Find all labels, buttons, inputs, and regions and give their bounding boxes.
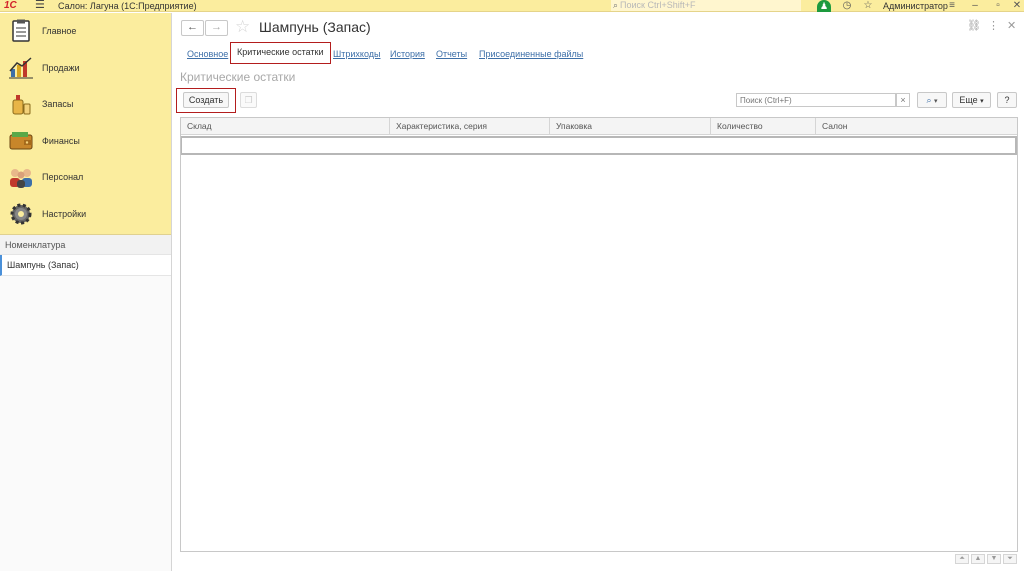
title-bar: 1С ☰ Салон: Лагуна (1С:Предприятие) ⌕ Пои…: [0, 0, 1024, 12]
column-header-quantity[interactable]: Количество: [711, 118, 816, 135]
nav-header[interactable]: Номенклатура: [0, 235, 171, 255]
sidebar: Главное Продажи Запасы Финансы Персонал: [0, 13, 172, 571]
sales-chart-icon: [8, 56, 34, 80]
global-search-placeholder: Поиск Ctrl+Shift+F: [620, 0, 696, 10]
section-settings[interactable]: Настройки: [0, 196, 171, 233]
scroll-bottom-icon[interactable]: ⏷: [1003, 554, 1017, 564]
search-input[interactable]: [736, 93, 896, 107]
section-label: Главное: [42, 26, 77, 37]
stock-icon: [8, 92, 34, 116]
section-label: Персонал: [42, 172, 84, 183]
favorites-icon[interactable]: ☆: [862, 0, 874, 12]
scroll-top-icon[interactable]: ⏶: [955, 554, 969, 564]
copy-icon[interactable]: ❐: [240, 92, 257, 108]
sections-panel: Главное Продажи Запасы Финансы Персонал: [0, 13, 171, 235]
section-label: Запасы: [42, 99, 74, 110]
section-label: Финансы: [42, 135, 80, 146]
app-logo: 1С: [4, 0, 17, 11]
more-button[interactable]: Еще ▾: [952, 92, 991, 108]
gear-icon: [8, 202, 34, 226]
tab-reports[interactable]: Отчеты: [436, 46, 467, 62]
section-stock[interactable]: Запасы: [0, 86, 171, 123]
main-menu-icon[interactable]: ☰: [35, 0, 45, 11]
tab-barcodes[interactable]: Штрихкоды: [333, 46, 380, 62]
critical-stock-table[interactable]: Склад Характеристика, серия Упаковка Кол…: [180, 117, 1018, 552]
tab-attached-files[interactable]: Присоединенные файлы: [479, 46, 583, 62]
section-finance[interactable]: Финансы: [0, 123, 171, 160]
create-highlight: Создать: [176, 88, 236, 113]
table-header: Склад Характеристика, серия Упаковка Кол…: [181, 118, 1017, 135]
scroll-down-icon[interactable]: ▼: [987, 554, 1001, 564]
column-header-warehouse[interactable]: Склад: [181, 118, 390, 135]
link-icon[interactable]: ⛓: [967, 19, 981, 32]
table-row[interactable]: [181, 136, 1017, 155]
tab-critical-stock[interactable]: Критические остатки: [230, 42, 331, 64]
section-label: Продажи: [42, 62, 80, 73]
history-icon[interactable]: ◷: [841, 0, 853, 12]
search-button[interactable]: ⌕ ▾: [917, 92, 947, 108]
table-scroll-controls: ⏶ ▲ ▼ ⏷: [955, 554, 1017, 566]
clear-search-icon[interactable]: ×: [896, 93, 910, 107]
search-icon: ⌕: [613, 0, 619, 10]
nav-panel-empty: [0, 276, 171, 571]
column-header-package[interactable]: Упаковка: [550, 118, 711, 135]
more-label: Еще: [959, 95, 978, 105]
nav-item-current[interactable]: Шампунь (Запас): [0, 255, 171, 276]
column-header-characteristic[interactable]: Характеристика, серия: [390, 118, 550, 135]
chevron-down-icon: ▾: [934, 98, 938, 105]
current-user[interactable]: Администратор: [883, 0, 948, 12]
tab-history[interactable]: История: [390, 46, 425, 62]
chevron-down-icon: ▾: [980, 98, 984, 105]
more-actions-icon[interactable]: ⋮: [988, 19, 999, 32]
create-button[interactable]: Создать: [183, 92, 229, 108]
section-main[interactable]: Главное: [0, 13, 171, 50]
notifications-icon[interactable]: ♟: [817, 0, 831, 12]
form-title: Шампунь (Запас): [259, 19, 371, 35]
form-tabs: Основное Критические остатки Штрихкоды И…: [173, 42, 1024, 64]
tab-main[interactable]: Основное: [187, 46, 228, 62]
people-icon: [8, 165, 34, 189]
search-icon: ⌕: [926, 95, 932, 105]
close-icon[interactable]: ✕: [1011, 0, 1023, 12]
scroll-up-icon[interactable]: ▲: [971, 554, 985, 564]
settings-menu-icon[interactable]: ≡: [946, 0, 958, 12]
section-sales[interactable]: Продажи: [0, 50, 171, 87]
main-icon: [8, 19, 34, 43]
wallet-icon: [8, 129, 34, 153]
global-search-input[interactable]: ⌕ Поиск Ctrl+Shift+F: [611, 0, 801, 11]
form-window: ← → ☆ Шампунь (Запас) ⛓ ⋮ ✕ Основное Кри…: [173, 13, 1024, 571]
close-form-icon[interactable]: ✕: [1007, 19, 1016, 32]
back-button[interactable]: ←: [181, 20, 204, 36]
app-title: Салон: Лагуна (1С:Предприятие): [58, 1, 197, 11]
section-label: Настройки: [42, 208, 87, 219]
section-staff[interactable]: Персонал: [0, 159, 171, 196]
restore-icon[interactable]: ▫: [992, 0, 1004, 12]
section-title: Критические остатки: [180, 70, 296, 84]
favorite-star-icon[interactable]: ☆: [235, 17, 250, 37]
column-header-salon[interactable]: Салон: [816, 118, 1017, 135]
help-button[interactable]: ?: [997, 92, 1017, 108]
table-toolbar: Создать ❐ × ⌕ ▾ Еще ▾ ?: [173, 88, 1024, 115]
minimize-icon[interactable]: –: [969, 0, 981, 12]
forward-button[interactable]: →: [205, 20, 228, 36]
